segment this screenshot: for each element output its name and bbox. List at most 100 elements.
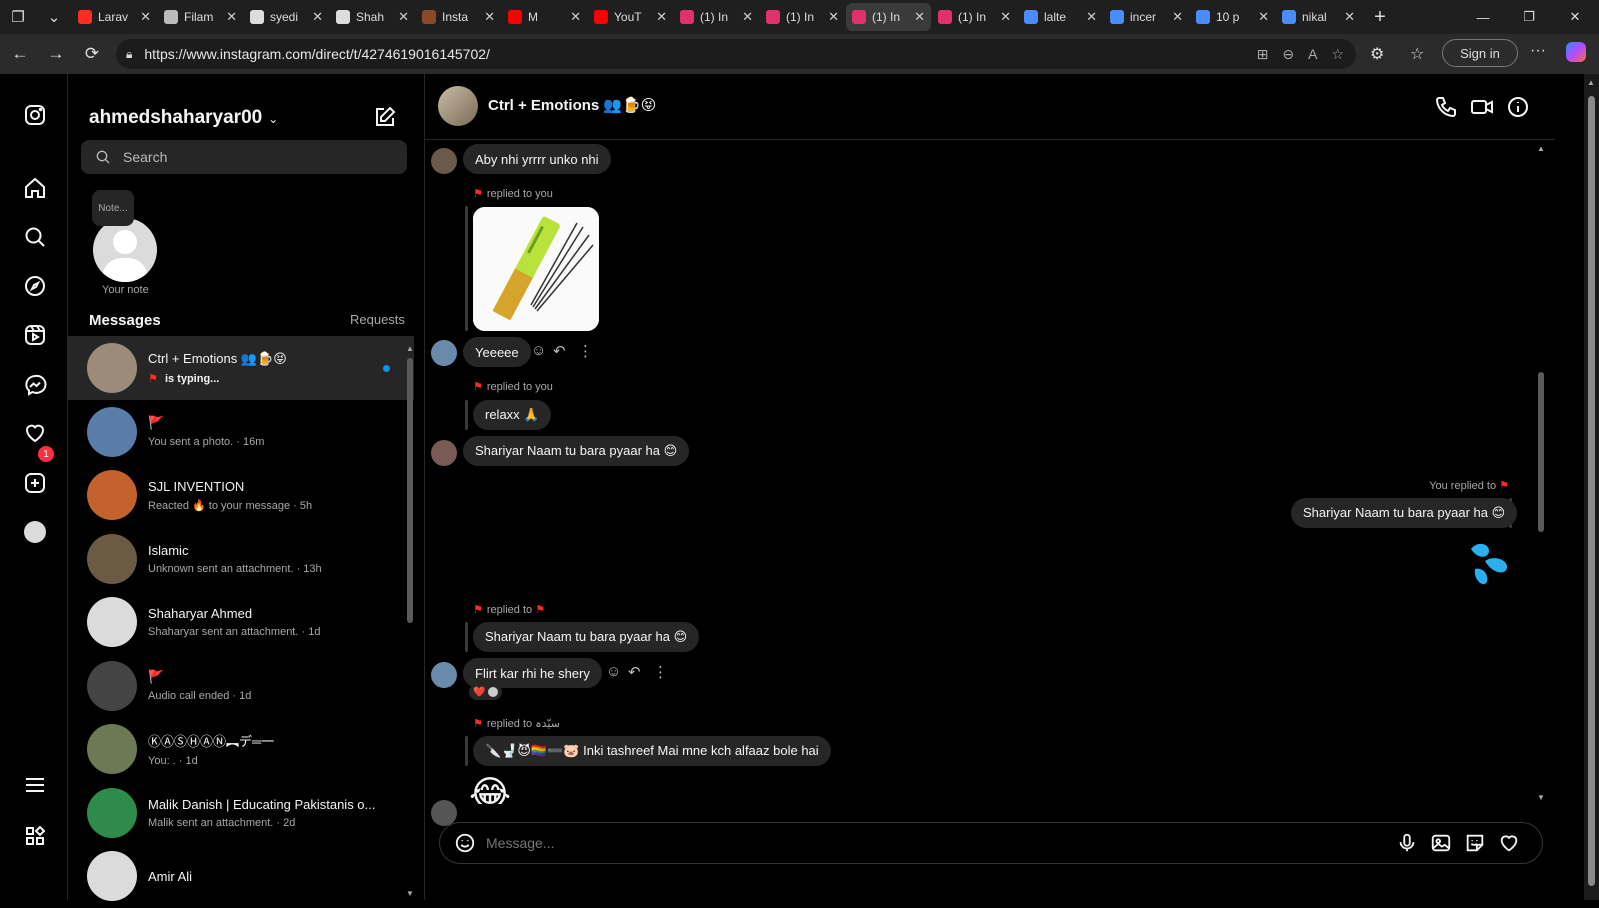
browser-tab[interactable]: Insta ✕ [416,3,501,31]
create-icon[interactable] [22,470,48,496]
browser-tab[interactable]: (1) In ✕ [846,3,931,31]
quoted-message[interactable]: relaxx 🙏 [473,400,552,430]
phone-icon[interactable] [1434,95,1458,119]
home-icon[interactable] [22,175,48,201]
close-tab-icon[interactable]: ✕ [1000,9,1011,25]
explore-icon[interactable] [22,273,48,299]
sender-avatar[interactable] [431,340,457,366]
browser-tab[interactable]: incer ✕ [1104,3,1189,31]
browser-tab[interactable]: (1) In ✕ [760,3,845,31]
water-drops-sticker[interactable] [1465,539,1511,587]
quoted-message[interactable]: Shariyar Naam tu bara pyaar ha 😊 [1291,498,1518,528]
close-tab-icon[interactable]: ✕ [140,9,151,25]
browser-tab[interactable]: M ✕ [502,3,587,31]
more-options-icon[interactable]: ⋮ [578,342,593,360]
copilot-icon[interactable] [1566,42,1586,62]
reload-button[interactable]: ⟳ [74,36,110,72]
browser-tab[interactable]: (1) In ✕ [932,3,1017,31]
conversation-item[interactable]: ⓀⒶⓈⒽⒶⓃ︻デ═一 You: . · 1d [68,717,414,781]
browser-tab[interactable]: lalte ✕ [1018,3,1103,31]
like-heart-icon[interactable] [1498,832,1520,854]
maximize-button[interactable]: ❐ [1506,0,1552,34]
close-tab-icon[interactable]: ✕ [484,9,495,25]
heart-icon[interactable] [22,420,48,446]
favorite-star-icon[interactable]: ☆ [1331,46,1344,63]
more-options-icon[interactable]: ⋮ [653,663,668,681]
requests-link[interactable]: Requests [350,312,405,327]
sender-avatar[interactable] [431,148,457,174]
reply-icon[interactable]: ↶ [553,342,566,360]
read-aloud-icon[interactable]: A [1308,46,1317,62]
chat-scrollbar[interactable]: ▲ ▼ [1535,140,1547,804]
close-tab-icon[interactable]: ✕ [226,9,237,25]
address-bar[interactable]: 🔒︎ https://www.instagram.com/direct/t/42… [116,39,1356,69]
quoted-message[interactable]: 🔪🚽😈🏳️‍🌈➖🐷 Inki tashreef Mai mne kch alfa… [473,736,831,766]
page-scrollbar[interactable]: ▲ [1584,74,1599,900]
note-bubble[interactable]: Note... [92,190,134,226]
image-icon[interactable] [1430,832,1452,854]
reply-icon[interactable]: ↶ [628,663,641,681]
tab-list-chevron-icon[interactable]: ⌄ [36,0,72,34]
conversation-item[interactable]: Amir Ali [68,844,414,908]
messenger-icon[interactable] [22,372,48,398]
back-button[interactable]: ← [2,36,38,72]
forward-button[interactable]: → [38,36,74,72]
message-bubble[interactable]: Yeeeee [463,337,531,367]
message-bubble[interactable]: Aby nhi yrrrr unko nhi [463,144,611,174]
search-icon[interactable] [22,224,48,250]
quoted-message[interactable]: Shariyar Naam tu bara pyaar ha 😊 [473,622,700,652]
conversation-item[interactable]: Ctrl + Emotions 👥🍺😝 ⚑ is typing... [68,336,414,400]
conversation-item[interactable]: Islamic Unknown sent an attachment. · 13h [68,527,414,591]
close-tab-icon[interactable]: ✕ [1258,9,1269,25]
search-input[interactable]: Search [81,140,407,174]
browser-tab[interactable]: Filam ✕ [158,3,243,31]
emoji-icon[interactable] [454,832,476,854]
your-note-avatar[interactable] [93,218,157,282]
close-tab-icon[interactable]: ✕ [914,9,925,25]
browser-tab[interactable]: 10 p ✕ [1190,3,1275,31]
sender-avatar[interactable] [431,662,457,688]
close-tab-icon[interactable]: ✕ [312,9,323,25]
more-menu-icon[interactable] [22,772,48,798]
message-input[interactable] [486,831,1366,855]
video-call-icon[interactable] [1470,95,1494,119]
close-window-button[interactable]: ✕ [1552,0,1598,34]
browser-tab[interactable]: syedi ✕ [244,3,329,31]
close-tab-icon[interactable]: ✕ [1344,9,1355,25]
compose-icon[interactable] [373,105,399,131]
new-tab-button[interactable]: + [1362,0,1398,34]
favorites-icon[interactable]: ☆ [1410,44,1424,64]
chat-title[interactable]: Ctrl + Emotions 👥🍺😝 [488,96,656,114]
close-tab-icon[interactable]: ✕ [656,9,667,25]
sticker-icon[interactable] [1464,832,1486,854]
more-menu-icon[interactable]: ··· [1530,42,1546,60]
conversation-item[interactable]: 🚩 You sent a photo. · 16m [68,400,414,464]
large-emoji-message[interactable]: 😂 [469,776,511,804]
conversation-item[interactable]: Shaharyar Ahmed Shaharyar sent an attachm… [68,590,414,654]
sender-avatar[interactable] [431,440,457,466]
browser-tab[interactable]: Larav ✕ [72,3,157,31]
microphone-icon[interactable] [1396,832,1418,854]
close-tab-icon[interactable]: ✕ [742,9,753,25]
message-bubble[interactable]: Shariyar Naam tu bara pyaar ha 😊 [463,436,690,466]
apps-grid-icon[interactable] [22,823,48,849]
account-switcher[interactable]: ahmedshaharyar00 ⌄ [89,107,278,129]
close-tab-icon[interactable]: ✕ [828,9,839,25]
inbox-scrollbar[interactable]: ▲ ▼ [406,342,414,900]
url-text[interactable]: https://www.instagram.com/direct/t/42746… [144,46,490,62]
conversation-item[interactable]: Malik Danish | Educating Pakistanis o...… [68,781,414,845]
react-icon[interactable]: ☺ [531,342,546,359]
reaction-badge[interactable]: ❤️ [469,684,503,700]
close-tab-icon[interactable]: ✕ [398,9,409,25]
sign-in-button[interactable]: Sign in [1442,39,1518,67]
react-icon[interactable]: ☺ [606,663,621,680]
browser-tab[interactable]: YouT ✕ [588,3,673,31]
profile-avatar[interactable] [22,519,48,545]
tab-actions-icon[interactable]: ❐ [0,0,36,34]
browser-tab[interactable]: (1) In ✕ [674,3,759,31]
split-screen-icon[interactable]: ⊞ [1257,46,1269,63]
reels-icon[interactable] [22,322,48,348]
info-icon[interactable] [1506,95,1530,119]
conversation-item[interactable]: 🚩 Audio call ended · 1d [68,654,414,718]
browser-tab[interactable]: Shah ✕ [330,3,415,31]
